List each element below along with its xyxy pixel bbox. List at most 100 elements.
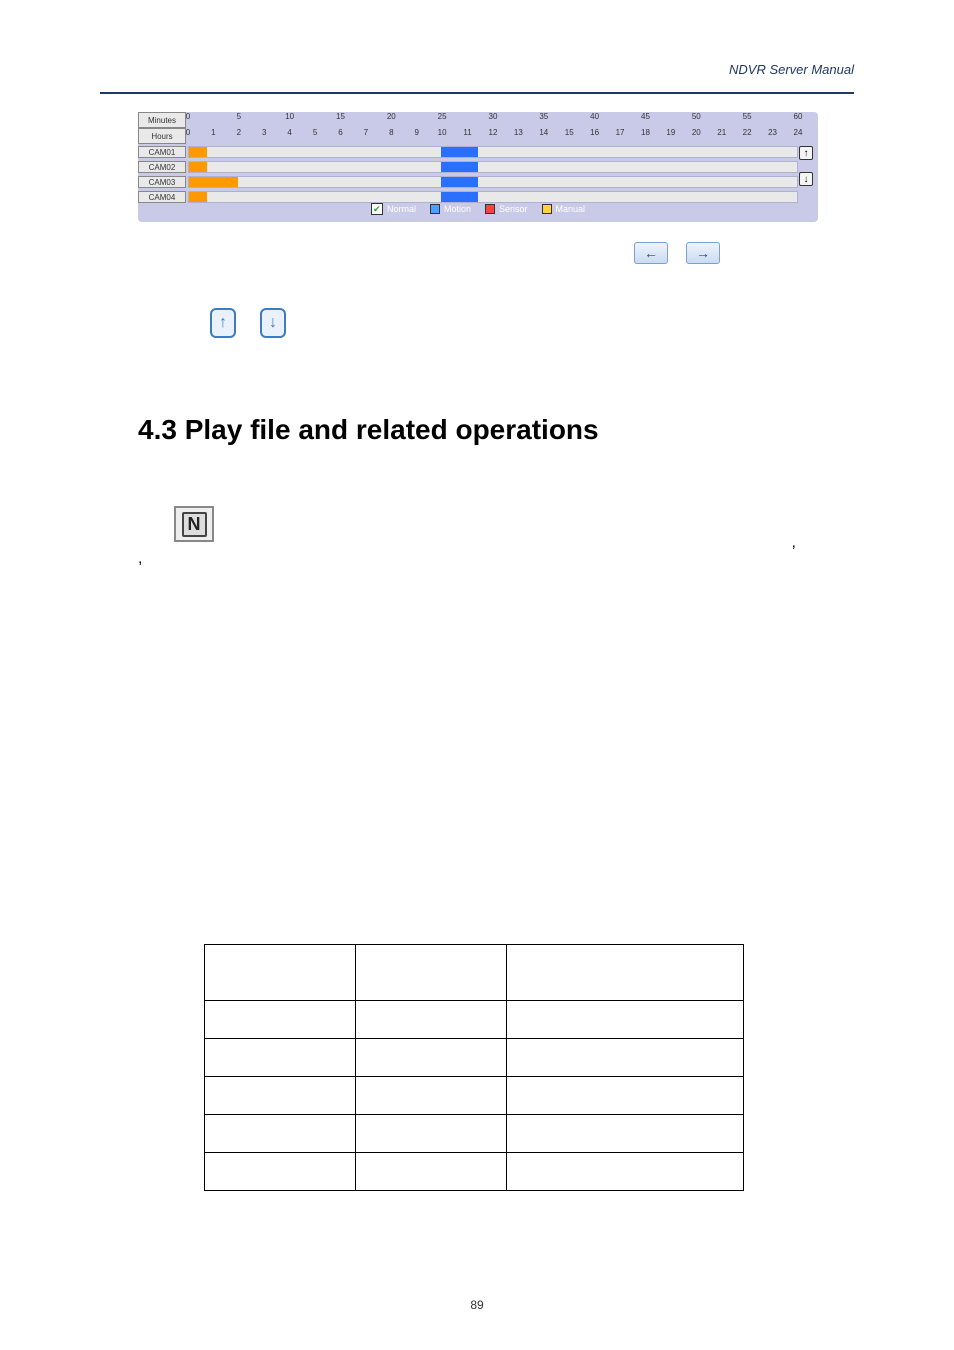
hour-tick: 11 <box>463 128 471 137</box>
hour-tick: 21 <box>717 128 726 137</box>
table-cell <box>355 1001 506 1039</box>
hour-tick: 14 <box>539 128 548 137</box>
arrow-right-icon: → <box>696 245 710 261</box>
table-row <box>205 1001 744 1039</box>
section-heading: 4.3 Play file and related operations <box>138 414 599 446</box>
hour-tick: 19 <box>666 128 675 137</box>
min-tick: 0 <box>186 112 190 121</box>
table-row <box>205 1077 744 1115</box>
hour-tick: 10 <box>438 128 447 137</box>
table-cell <box>506 1077 743 1115</box>
min-tick: 30 <box>489 112 498 121</box>
legend-label: Normal <box>387 204 416 214</box>
hour-tick: 12 <box>489 128 498 137</box>
hour-tick: 2 <box>237 128 241 137</box>
legend-sensor[interactable]: Sensor <box>485 204 528 214</box>
arrow-down-icon: ↓ <box>269 314 277 332</box>
hour-tick: 6 <box>338 128 342 137</box>
prev-button[interactable]: ← <box>634 242 668 264</box>
arrow-left-icon: ← <box>644 245 658 261</box>
table-cell <box>205 1153 356 1191</box>
table-cell <box>506 1153 743 1191</box>
legend-label: Sensor <box>499 204 528 214</box>
header-divider <box>100 92 854 94</box>
table-cell <box>205 1001 356 1039</box>
table-cell <box>355 1039 506 1077</box>
hour-tick: 0 <box>186 128 190 137</box>
shortcut-table <box>204 944 744 1191</box>
min-tick: 15 <box>336 112 345 121</box>
min-tick: 40 <box>590 112 599 121</box>
table-cell <box>506 1115 743 1153</box>
check-icon: ✔ <box>371 203 383 215</box>
hour-tick: 18 <box>641 128 650 137</box>
table-cell <box>355 1115 506 1153</box>
color-swatch <box>542 204 552 214</box>
table-row <box>205 1115 744 1153</box>
arrow-up-icon: ↑ <box>219 314 227 332</box>
table-cell <box>205 1115 356 1153</box>
min-tick: 60 <box>794 112 803 121</box>
min-tick: 10 <box>285 112 294 121</box>
legend-label: Motion <box>444 204 471 214</box>
camera-track[interactable] <box>188 146 798 158</box>
hour-tick: 15 <box>565 128 574 137</box>
min-tick: 20 <box>387 112 396 121</box>
legend-manual[interactable]: Manual <box>542 204 586 214</box>
color-swatch <box>430 204 440 214</box>
punct: , <box>138 550 142 568</box>
hour-tick: 20 <box>692 128 701 137</box>
minutes-label: Minutes <box>138 112 186 128</box>
table-cell <box>355 1077 506 1115</box>
thumbnail-glyph: N <box>182 512 207 537</box>
hour-tick: 8 <box>389 128 393 137</box>
minutes-ruler: 0 5 10 15 20 25 30 35 40 45 50 55 60 <box>188 112 798 128</box>
table-row <box>205 1039 744 1077</box>
hours-label: Hours <box>138 128 186 144</box>
hour-tick: 5 <box>313 128 317 137</box>
table-header-cell <box>205 945 356 1001</box>
hour-tick: 9 <box>415 128 419 137</box>
color-swatch <box>485 204 495 214</box>
hour-tick: 4 <box>287 128 291 137</box>
down-button[interactable]: ↓ <box>260 308 286 338</box>
legend-label: Manual <box>556 204 586 214</box>
hour-tick: 16 <box>590 128 599 137</box>
table-row <box>205 1153 744 1191</box>
hour-tick: 7 <box>364 128 368 137</box>
legend-motion[interactable]: Motion <box>430 204 471 214</box>
hour-tick: 23 <box>768 128 777 137</box>
table-header-cell <box>355 945 506 1001</box>
camera-label[interactable]: CAM03 <box>138 176 186 188</box>
punct: , <box>792 534 796 552</box>
page-number: 89 <box>0 1298 954 1312</box>
table-cell <box>506 1039 743 1077</box>
hour-tick: 3 <box>262 128 266 137</box>
camera-label[interactable]: CAM02 <box>138 161 186 173</box>
min-tick: 45 <box>641 112 650 121</box>
hour-tick: 24 <box>794 128 803 137</box>
document-title: NDVR Server Manual <box>729 62 854 77</box>
table-cell <box>205 1077 356 1115</box>
legend: ✔ Normal Motion Sensor Manual <box>138 200 818 218</box>
camera-track[interactable] <box>188 176 798 188</box>
up-button[interactable]: ↑ <box>210 308 236 338</box>
hour-tick: 17 <box>616 128 625 137</box>
min-tick: 25 <box>438 112 447 121</box>
table-cell <box>205 1039 356 1077</box>
timeline-panel: Minutes 0 5 10 15 20 25 30 35 40 45 50 5… <box>138 112 818 222</box>
table-header-cell <box>506 945 743 1001</box>
thumbnail-icon: N <box>174 506 214 542</box>
hour-tick: 1 <box>211 128 215 137</box>
min-tick: 50 <box>692 112 701 121</box>
next-button[interactable]: → <box>686 242 720 264</box>
camera-track[interactable] <box>188 161 798 173</box>
scroll-down-button[interactable]: ↓ <box>799 172 813 186</box>
hour-tick: 22 <box>743 128 752 137</box>
legend-normal[interactable]: ✔ Normal <box>371 203 416 215</box>
table-header-row <box>205 945 744 1001</box>
table-cell <box>506 1001 743 1039</box>
min-tick: 5 <box>237 112 241 121</box>
camera-label[interactable]: CAM01 <box>138 146 186 158</box>
scroll-up-button[interactable]: ↑ <box>799 146 813 160</box>
